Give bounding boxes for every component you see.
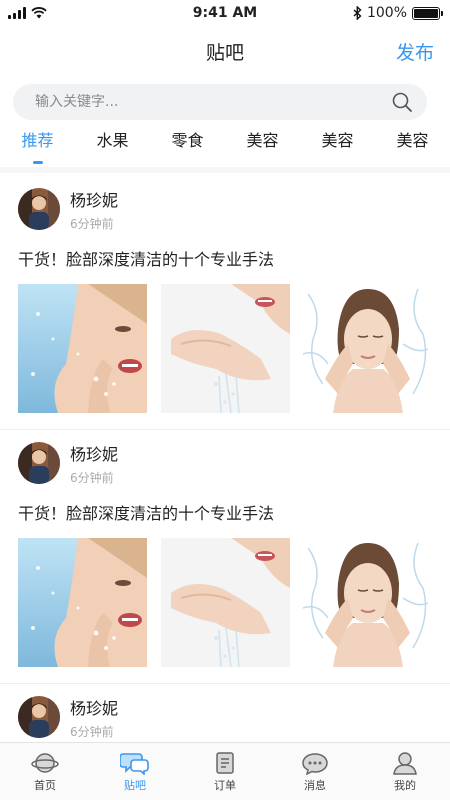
tab-bar-profile[interactable]: 我的 — [360, 743, 450, 800]
author-meta: 杨珍妮 6分钟前 — [70, 441, 118, 486]
post-card[interactable]: 杨珍妮 6分钟前 干货！脸部深度清洁的十个专业手法 — [0, 176, 450, 430]
bottom-tab-bar: 首页 贴吧 订单 消息 我的 — [0, 742, 450, 800]
post-time: 6分钟前 — [70, 724, 114, 739]
battery-percent: 100% — [366, 5, 407, 21]
status-time: 9:41 AM — [192, 5, 258, 21]
post-header: 杨珍妮 6分钟前 — [18, 692, 432, 742]
tab-recommend[interactable]: 推荐 — [0, 124, 75, 168]
author-meta: 杨珍妮 6分钟前 — [70, 695, 118, 740]
tab-fruit[interactable]: 水果 — [75, 124, 150, 168]
post-image-splash-portrait[interactable] — [303, 538, 432, 667]
author-name[interactable]: 杨珍妮 — [70, 695, 118, 719]
post-header: 杨珍妮 6分钟前 — [18, 438, 432, 488]
avatar[interactable] — [18, 696, 60, 738]
person-icon — [393, 751, 417, 775]
tab-bar-label: 贴吧 — [124, 778, 146, 792]
post-image-face-wash[interactable] — [18, 538, 147, 667]
avatar[interactable] — [18, 442, 60, 484]
wifi-icon — [31, 7, 47, 19]
battery-icon — [412, 6, 443, 20]
post-time: 6分钟前 — [70, 216, 114, 231]
post-images — [18, 284, 432, 413]
post-images — [18, 538, 432, 667]
tab-bar-label: 首页 — [34, 778, 56, 792]
status-bar: 9:41 AM 100% — [0, 0, 450, 26]
battery-level — [414, 8, 438, 18]
chat-bubbles-icon — [120, 752, 149, 775]
tab-bar-label: 订单 — [214, 778, 236, 792]
category-tabs: 推荐 水果 零食 美容 美容 美容 — [0, 124, 450, 168]
avatar[interactable] — [18, 188, 60, 230]
message-icon — [302, 752, 328, 775]
author-name[interactable]: 杨珍妮 — [70, 441, 118, 465]
page-title: 贴吧 — [205, 41, 244, 64]
author-name[interactable]: 杨珍妮 — [70, 187, 118, 211]
post-card[interactable]: 杨珍妮 6分钟前 干货！脸部深度清洁的十个专业手法 — [0, 430, 450, 684]
post-image-water-hands[interactable] — [160, 284, 290, 413]
planet-icon — [31, 752, 59, 773]
tab-bar-label: 我的 — [394, 778, 416, 792]
author-meta: 杨珍妮 6分钟前 — [70, 187, 118, 232]
cellular-signal-icon — [8, 7, 26, 19]
tab-beauty[interactable]: 美容 — [225, 124, 300, 168]
nav-bar: 贴吧 发布 — [0, 26, 450, 76]
publish-button[interactable]: 发布 — [396, 38, 434, 65]
search-input[interactable] — [35, 94, 391, 110]
search-bar[interactable] — [13, 84, 427, 120]
bluetooth-icon — [353, 6, 362, 20]
search-icon[interactable] — [391, 91, 413, 113]
tab-beauty[interactable]: 美容 — [300, 124, 375, 168]
post-image-water-hands[interactable] — [160, 538, 290, 667]
document-icon — [216, 751, 234, 774]
tab-snacks[interactable]: 零食 — [150, 124, 225, 168]
tab-bar-home[interactable]: 首页 — [0, 743, 90, 800]
tab-bar-messages[interactable]: 消息 — [270, 743, 360, 800]
divider — [0, 167, 450, 173]
tab-bar-orders[interactable]: 订单 — [180, 743, 270, 800]
post-title[interactable]: 干货！脸部深度清洁的十个专业手法 — [18, 246, 432, 270]
post-card[interactable]: 杨珍妮 6分钟前 — [0, 684, 450, 742]
post-image-face-wash[interactable] — [18, 284, 147, 413]
post-time: 6分钟前 — [70, 470, 114, 485]
tab-bar-label: 消息 — [304, 778, 326, 792]
tab-beauty[interactable]: 美容 — [375, 124, 450, 168]
status-right: 100% — [353, 5, 443, 21]
post-feed[interactable]: 杨珍妮 6分钟前 干货！脸部深度清洁的十个专业手法 杨珍妮 6分钟前 干货！脸部… — [0, 176, 450, 742]
post-header: 杨珍妮 6分钟前 — [18, 184, 432, 234]
post-title[interactable]: 干货！脸部深度清洁的十个专业手法 — [18, 500, 432, 524]
tab-bar-tieba[interactable]: 贴吧 — [90, 743, 180, 800]
status-left — [8, 7, 47, 19]
post-image-splash-portrait[interactable] — [303, 284, 432, 413]
